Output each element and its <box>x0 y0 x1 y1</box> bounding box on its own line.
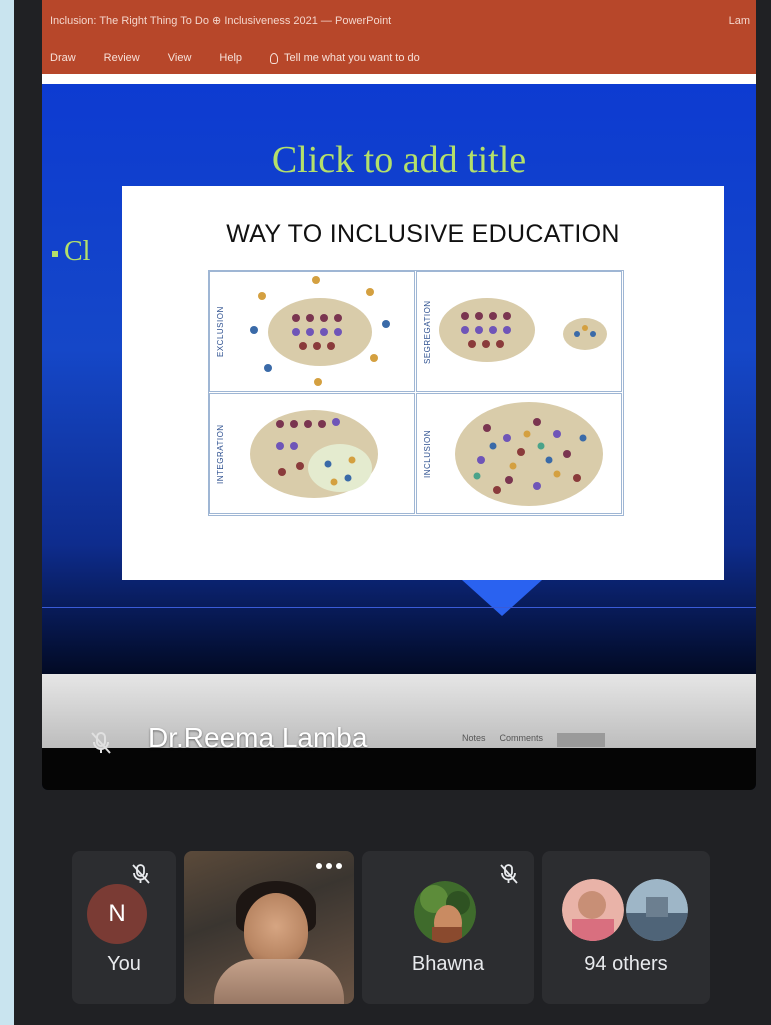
slide-bullet: Cl <box>52 236 90 268</box>
lightbulb-icon <box>270 52 279 64</box>
quadrant-segregation: SEGREGATION <box>416 271 622 392</box>
more-options-icon[interactable] <box>316 863 342 869</box>
ppt-title-right: Lam <box>728 15 750 27</box>
bullet-icon <box>52 250 58 257</box>
slide-decoration <box>462 580 542 616</box>
ppt-title-text: Inclusion: The Right Thing To Do ⊕ Inclu… <box>50 15 392 27</box>
ribbon-tab-view[interactable]: View <box>168 52 192 64</box>
avatar-stack-1 <box>562 879 624 941</box>
integration-illustration <box>250 410 378 498</box>
participant-tile-video[interactable] <box>184 851 354 1004</box>
participant-tile-others[interactable]: 94 others <box>542 851 710 1004</box>
meet-window: Inclusion: The Right Thing To Do ⊕ Inclu… <box>14 0 771 1025</box>
avatar <box>414 881 476 943</box>
tell-me-text: Tell me what you want to do <box>284 52 420 64</box>
participant-name: You <box>107 953 141 975</box>
ppt-statusbar: Notes Comments <box>462 733 606 747</box>
quadrant-inclusion: INCLUSION <box>416 393 622 514</box>
participant-video-body <box>214 959 344 1004</box>
mic-off-icon <box>132 864 150 884</box>
ribbon-divider <box>42 74 756 84</box>
quadrant-grid: EXCLUSION SEGREGATION INTEGRATION INCLUS… <box>208 270 624 516</box>
avatar: N <box>87 884 147 944</box>
mic-off-icon <box>91 732 111 754</box>
ribbon-tab-review[interactable]: Review <box>104 52 140 64</box>
view-button[interactable] <box>557 733 606 747</box>
bullet-text: Cl <box>64 236 91 267</box>
slide-divider-line <box>42 607 756 608</box>
quadrant-exclusion: EXCLUSION <box>209 271 415 392</box>
inclusive-education-image: WAY TO INCLUSIVE EDUCATION EXCLUSION SEG… <box>122 186 724 580</box>
ppt-ribbon: Draw Review View Help Tell me what you w… <box>42 42 756 74</box>
presenter-strip <box>42 748 756 790</box>
participant-tile-you[interactable]: N You <box>72 851 176 1004</box>
ribbon-tab-draw[interactable]: Draw <box>50 52 76 64</box>
exclusion-illustration <box>250 276 390 386</box>
mic-off-icon <box>500 864 518 884</box>
segregation-illustration <box>439 298 607 362</box>
participant-tile-bhawna[interactable]: Bhawna <box>362 851 534 1004</box>
participant-name: Bhawna <box>411 953 485 975</box>
slide-title-placeholder[interactable]: Click to add title <box>42 138 756 182</box>
presenter-name: Dr.Reema Lamba <box>148 722 368 753</box>
avatar-stack-2 <box>626 879 688 941</box>
status-comments[interactable]: Comments <box>500 733 544 747</box>
participant-name: 94 others <box>584 953 668 975</box>
quadrant-integration: INTEGRATION <box>209 393 415 514</box>
participant-video-face <box>244 893 308 967</box>
ribbon-tab-help[interactable]: Help <box>219 52 242 64</box>
presentation-view: Inclusion: The Right Thing To Do ⊕ Inclu… <box>42 0 756 790</box>
image-title: WAY TO INCLUSIVE EDUCATION <box>226 220 620 248</box>
ppt-window-title: Inclusion: The Right Thing To Do ⊕ Inclu… <box>42 0 756 42</box>
inclusion-illustration <box>455 402 603 506</box>
status-notes[interactable]: Notes <box>462 733 486 747</box>
tell-me-box[interactable]: Tell me what you want to do <box>270 52 420 64</box>
